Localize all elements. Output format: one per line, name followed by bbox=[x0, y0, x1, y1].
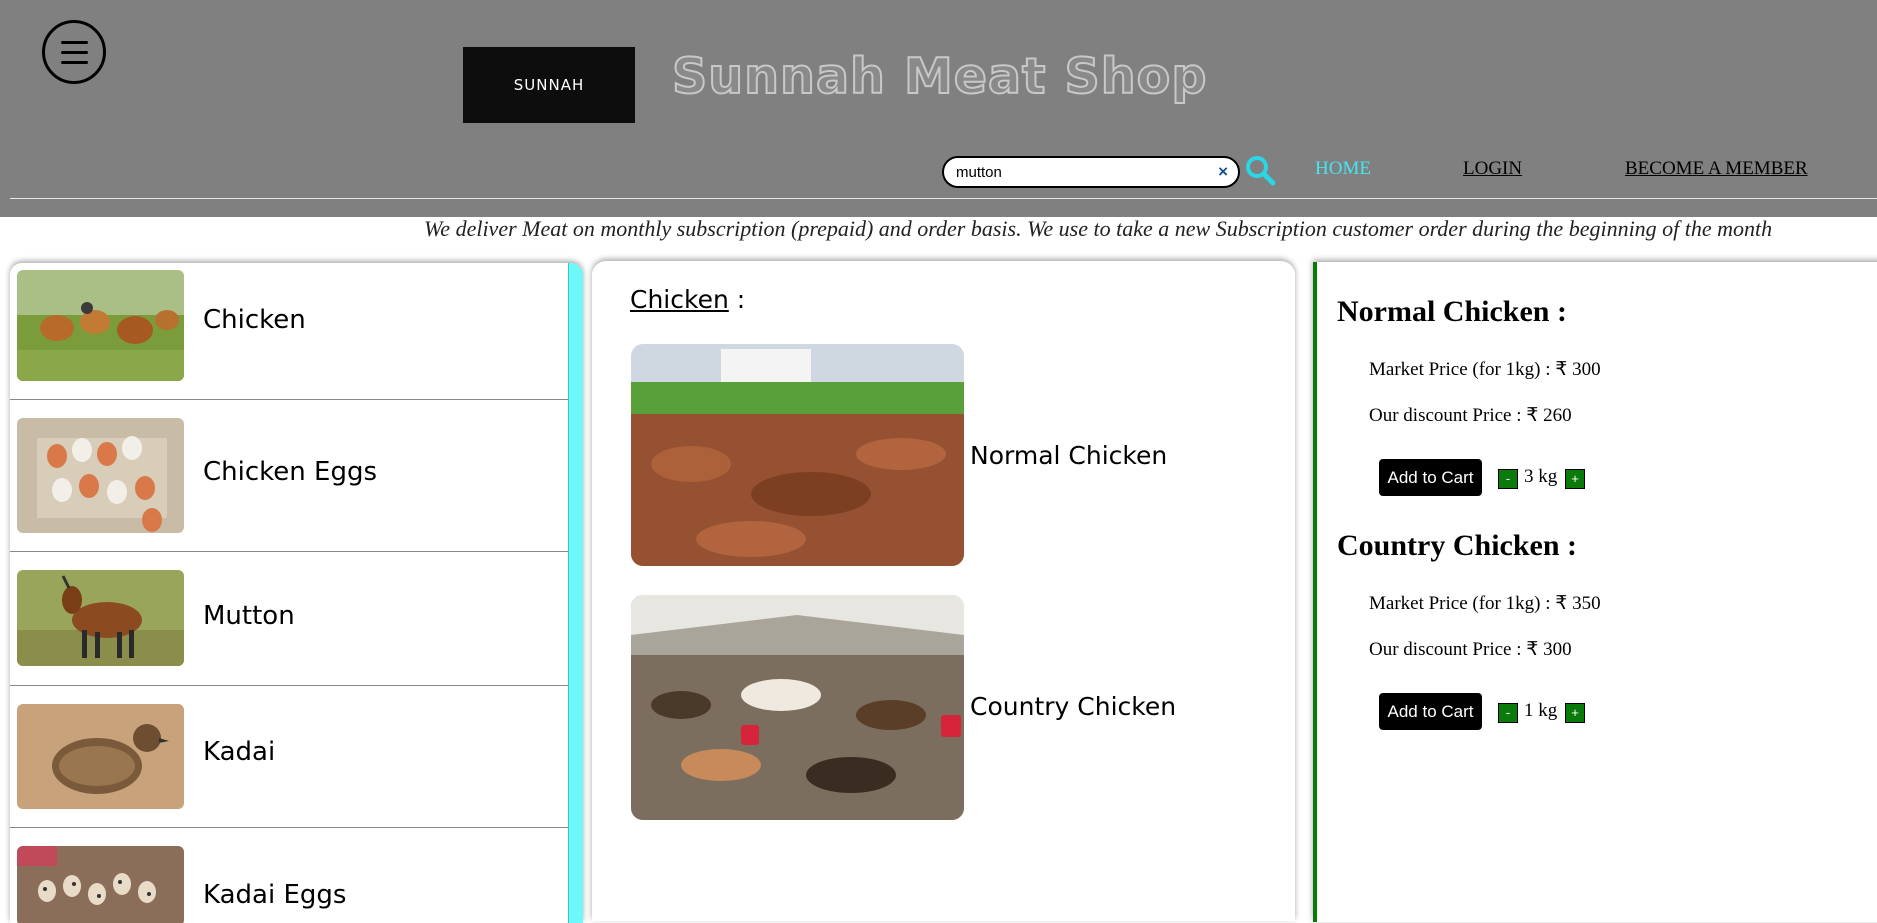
chicken-eggs-category-image bbox=[17, 418, 184, 533]
hamburger-menu-icon[interactable] bbox=[42, 20, 106, 84]
product-label[interactable]: Country Chicken bbox=[970, 692, 1176, 721]
nav-login-link[interactable]: LOGIN bbox=[1463, 158, 1522, 180]
quantity-value: 3 kg bbox=[1524, 466, 1558, 487]
increase-quantity-button[interactable]: + bbox=[1565, 469, 1585, 489]
decrease-quantity-button[interactable]: - bbox=[1498, 703, 1518, 723]
market-price: Market Price (for 1kg) : ₹ 300 bbox=[1369, 359, 1601, 380]
product-label[interactable]: Normal Chicken bbox=[970, 441, 1167, 470]
discount-price: Our discount Price : ₹ 260 bbox=[1369, 405, 1572, 426]
country-chicken-image[interactable] bbox=[631, 595, 964, 820]
category-item-kadai-eggs[interactable]: Kadai Eggs bbox=[10, 827, 568, 923]
category-item-chicken-eggs[interactable]: Chicken Eggs bbox=[10, 399, 568, 552]
shop-title: Sunnah Meat Shop bbox=[671, 47, 1208, 106]
site-header: SUNNAH Sunnah Meat Shop × HOME LOGIN BEC… bbox=[0, 0, 1877, 217]
clear-search-icon[interactable]: × bbox=[1218, 162, 1228, 182]
category-label: Kadai bbox=[203, 737, 276, 767]
product-list-panel: Chicken : Normal Chicken Country Chicken bbox=[592, 261, 1295, 921]
category-item-mutton[interactable]: Mutton bbox=[10, 551, 568, 686]
normal-chicken-image[interactable] bbox=[631, 344, 964, 566]
category-panel: Chicken Chicken Eggs Mutton Kadai Kadai … bbox=[10, 263, 583, 923]
quantity-value: 1 kg bbox=[1524, 700, 1558, 721]
logo-text: SUNNAH bbox=[513, 76, 585, 94]
kadai-eggs-category-image bbox=[17, 846, 184, 923]
chicken-category-image bbox=[17, 270, 184, 381]
market-price: Market Price (for 1kg) : ₹ 350 bbox=[1369, 593, 1601, 614]
product-title: Country Chicken : bbox=[1337, 529, 1578, 562]
decrease-quantity-button[interactable]: - bbox=[1498, 469, 1518, 489]
search-box: × bbox=[942, 156, 1240, 188]
nav-become-member-link[interactable]: BECOME A MEMBER bbox=[1625, 158, 1808, 180]
category-item-chicken[interactable]: Chicken bbox=[10, 263, 568, 400]
category-scrollbar[interactable] bbox=[568, 263, 583, 923]
search-input[interactable] bbox=[956, 163, 1206, 181]
category-label: Kadai Eggs bbox=[203, 880, 347, 910]
add-to-cart-button[interactable]: Add to Cart bbox=[1379, 459, 1482, 496]
product-title: Normal Chicken : bbox=[1337, 295, 1567, 328]
site-logo[interactable]: SUNNAH bbox=[463, 47, 635, 123]
category-item-kadai[interactable]: Kadai bbox=[10, 685, 568, 828]
category-heading-suffix: : bbox=[728, 285, 746, 314]
increase-quantity-button[interactable]: + bbox=[1565, 703, 1585, 723]
header-divider bbox=[10, 198, 1877, 199]
search-icon[interactable] bbox=[1244, 154, 1276, 186]
announcement-marquee: We deliver Meat on monthly subscription … bbox=[424, 216, 1773, 241]
category-label: Chicken bbox=[203, 305, 306, 335]
add-to-cart-button[interactable]: Add to Cart bbox=[1379, 693, 1482, 730]
mutton-category-image bbox=[17, 570, 184, 666]
discount-price: Our discount Price : ₹ 300 bbox=[1369, 639, 1572, 660]
category-label: Mutton bbox=[203, 601, 295, 631]
nav-home-link[interactable]: HOME bbox=[1315, 158, 1371, 180]
kadai-category-image bbox=[17, 704, 184, 809]
product-details-panel: Normal Chicken : Market Price (for 1kg) … bbox=[1313, 262, 1877, 922]
category-heading-link[interactable]: Chicken bbox=[630, 285, 729, 314]
category-label: Chicken Eggs bbox=[203, 457, 378, 487]
category-heading: Chicken : bbox=[630, 285, 745, 314]
